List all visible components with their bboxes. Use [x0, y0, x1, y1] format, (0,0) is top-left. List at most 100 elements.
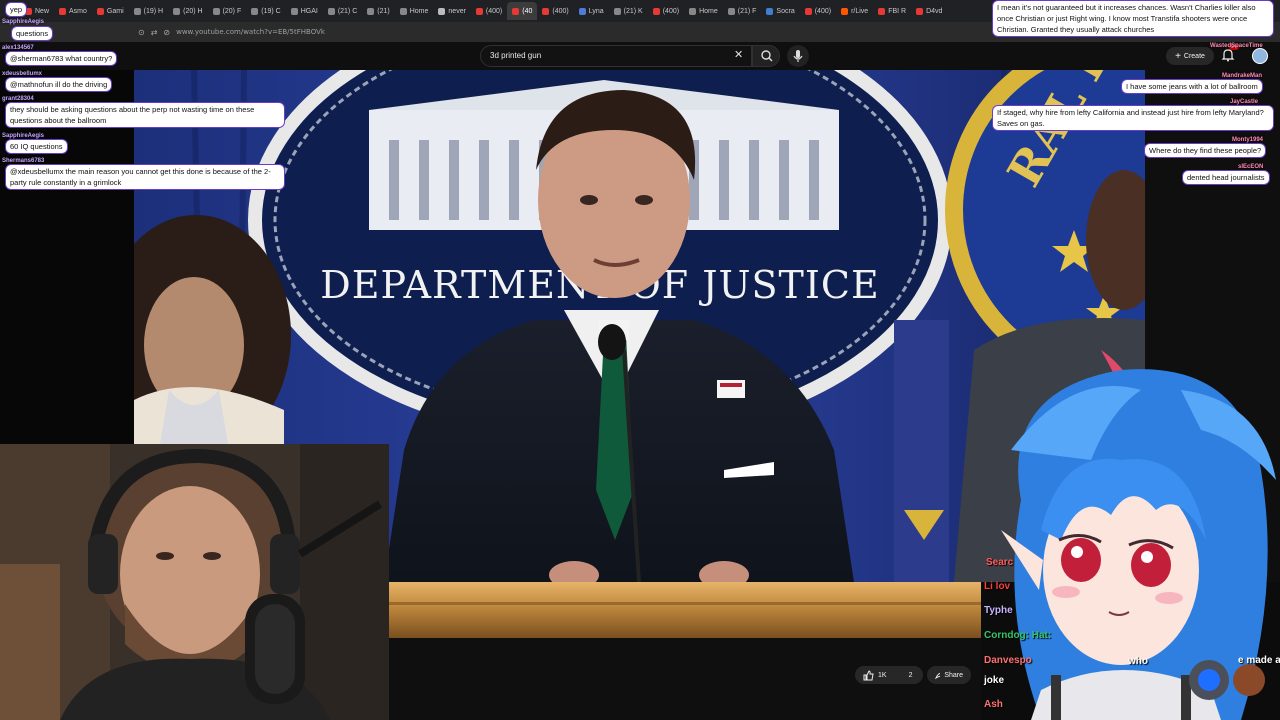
tab-label: New	[35, 7, 50, 15]
chat-line: Danvespo	[984, 655, 1032, 666]
browser-tab[interactable]: (21)	[362, 2, 394, 20]
tab-label: (400)	[662, 7, 680, 15]
create-button[interactable]: + Create	[1166, 47, 1214, 65]
browser-tab[interactable]: FBI R	[873, 2, 911, 20]
chat-line: joke	[984, 675, 1005, 686]
browser-tab[interactable]: (21) C	[323, 2, 362, 20]
share-icon	[935, 672, 941, 680]
tab-favicon-icon	[251, 7, 259, 15]
tab-label: never	[448, 7, 466, 15]
tab-favicon-icon	[290, 7, 298, 15]
browser-tab[interactable]: Gami	[92, 2, 129, 20]
browser-tab[interactable]: Asmo	[54, 2, 92, 20]
podium	[389, 582, 981, 638]
streamer-webcam	[0, 444, 389, 720]
browser-tab[interactable]: (19) C	[246, 2, 285, 20]
browser-tab[interactable]: Home	[684, 2, 723, 20]
share-button[interactable]: Share	[927, 666, 971, 684]
tab-label: Lyna	[588, 7, 604, 15]
tab-favicon-icon	[727, 7, 735, 15]
voice-search-button[interactable]	[787, 45, 809, 67]
browser-tab[interactable]: HGAI	[286, 2, 323, 20]
chat-username: xdeusbellumx	[2, 71, 43, 77]
browser-tab[interactable]: (400)	[648, 2, 684, 20]
extension-icon[interactable]: ⊘	[163, 28, 170, 37]
chat-message: dented head journalists	[1183, 171, 1269, 184]
tab-label: HGAI	[300, 7, 318, 15]
tab-label: (21) K	[623, 7, 643, 15]
clear-search-icon[interactable]: ✕	[734, 49, 743, 61]
browser-tab[interactable]: (20) F	[208, 2, 247, 20]
chat-message: @xdeusbellumx the main reason you cannot…	[6, 165, 284, 189]
browser-tab[interactable]: Socra	[761, 2, 799, 20]
like-count: 1K	[878, 671, 887, 679]
browser-tab[interactable]: (400)	[471, 2, 507, 20]
browser-tab[interactable]: (40	[507, 2, 538, 20]
tab-favicon-icon	[133, 7, 141, 15]
account-avatar[interactable]	[1252, 48, 1268, 64]
chat-line: Ash	[984, 699, 1003, 710]
browser-tab[interactable]: (400)	[800, 2, 836, 20]
like-dislike-group: 1K 2	[855, 666, 923, 684]
search-query: 3d printed gun	[490, 51, 542, 60]
chat-message: yep	[6, 3, 27, 16]
chat-line: Li lov	[984, 581, 1011, 592]
tab-label: (19) H	[143, 7, 164, 15]
chat-line: Searc	[986, 557, 1014, 568]
browser-tab[interactable]: (19) H	[129, 2, 168, 20]
tab-label: (21) C	[337, 7, 358, 15]
tab-favicon-icon	[689, 7, 697, 15]
search-button[interactable]	[752, 45, 780, 67]
chat-message: they should be asking questions about th…	[6, 103, 284, 127]
tab-label: (19) C	[261, 7, 281, 15]
tab-favicon-icon	[173, 7, 181, 15]
browser-tab[interactable]: (400)	[537, 2, 573, 20]
chat-message: questions	[12, 27, 53, 40]
tab-label: FBI R	[888, 7, 907, 15]
chat-username: MandrakeMan	[1222, 73, 1263, 79]
dislike-count[interactable]: 2	[909, 672, 913, 679]
browser-tab[interactable]: D4vd	[911, 2, 947, 20]
microphone-icon	[793, 50, 803, 62]
tab-label: D4vd	[926, 7, 943, 15]
chat-username: Shermans6783	[2, 158, 45, 164]
tab-favicon-icon	[613, 7, 621, 15]
chat-line: Typhe	[984, 605, 1013, 616]
chat-message: Where do they find these people?	[1145, 144, 1266, 157]
thumbs-up-icon[interactable]	[863, 669, 874, 681]
search-icon	[761, 50, 773, 62]
chat-username: Monty1994	[1232, 137, 1264, 143]
browser-tab[interactable]: (20) H	[168, 2, 207, 20]
browser-tab[interactable]: never	[433, 2, 471, 20]
tab-label: Home	[409, 7, 429, 15]
search-input[interactable]: 3d printed gun	[480, 45, 752, 67]
tab-favicon-icon	[841, 7, 849, 15]
tune-icon[interactable]: ⇄	[151, 28, 158, 37]
browser-tab[interactable]: r/Live	[836, 2, 873, 20]
tab-favicon-icon	[512, 7, 520, 15]
browser-tab[interactable]: (21) F	[723, 2, 762, 20]
youtube-top-bar: 3d printed gun ✕ + Create 9+	[0, 42, 1280, 70]
browser-tab[interactable]: (21) K	[609, 2, 648, 20]
tab-label: (20) H	[183, 7, 203, 15]
browser-tab[interactable]: Home	[395, 2, 434, 20]
chat-username: SapphireAegis	[2, 19, 45, 25]
tab-favicon-icon	[96, 7, 104, 15]
notification-bell-icon[interactable]	[1221, 48, 1235, 62]
chat-username: sIEcEON	[1238, 164, 1264, 170]
tab-favicon-icon	[59, 7, 67, 15]
tab-favicon-icon	[578, 7, 586, 15]
url-text[interactable]: www.youtube.com/watch?v=EB/5tFHBOVk	[176, 28, 325, 36]
stream-screen: New Asmo Gami (19) H (20) H (20) F (19) C HGAI (…	[0, 0, 1280, 720]
chat-message: 60 IQ questions	[6, 140, 67, 153]
chat-line: e made a	[1238, 655, 1280, 666]
chat-username: SapphireAegis	[2, 133, 45, 139]
tab-label: (21)	[377, 7, 390, 15]
site-info-icon[interactable]: ⊙	[138, 28, 145, 37]
chat-username: alex134567	[2, 45, 34, 51]
tab-label: (21) F	[737, 7, 757, 15]
share-label: Share	[944, 671, 963, 679]
tab-favicon-icon	[916, 7, 924, 15]
browser-tab[interactable]: Lyna	[574, 2, 609, 20]
chat-message: I have some jeans with a lot of ballroom	[1122, 80, 1262, 93]
